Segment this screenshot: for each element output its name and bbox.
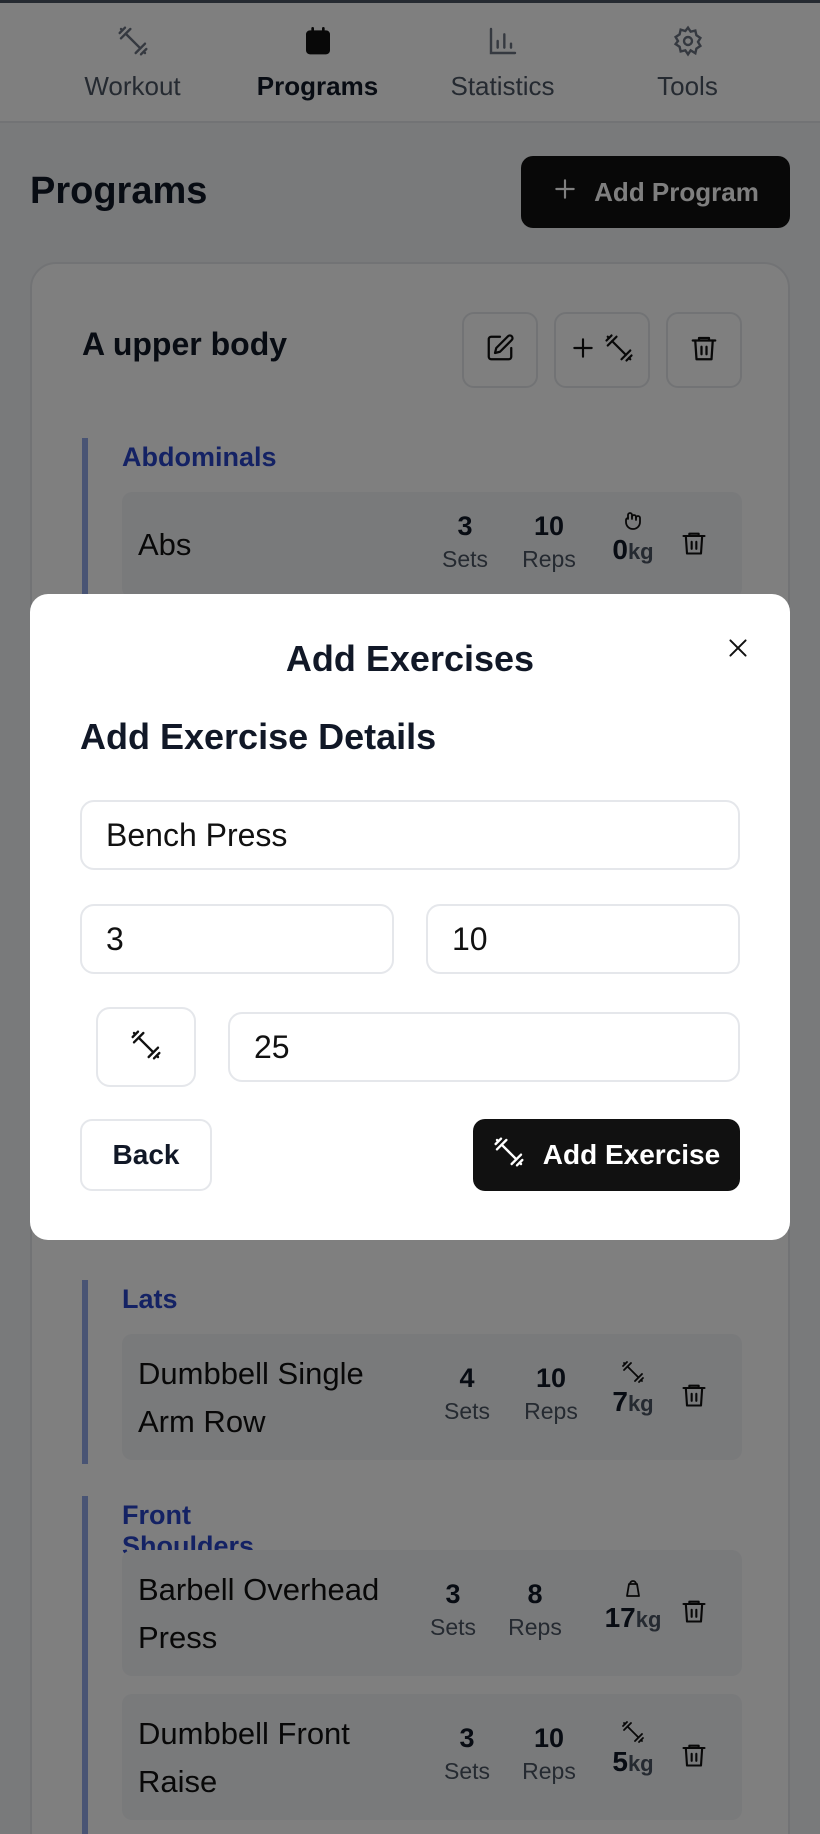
close-icon (725, 635, 751, 666)
sets-input[interactable]: 3 (80, 904, 394, 974)
add-exercise-button[interactable]: Add Exercise (473, 1119, 740, 1191)
modal-title: Add Exercises (285, 638, 535, 679)
equipment-select-button[interactable] (96, 1007, 196, 1087)
dumbbell-icon (493, 1136, 525, 1175)
modal-subtitle: Add Exercise Details (80, 716, 437, 757)
page: Workout Programs Statistics Tools Progra… (0, 0, 820, 1834)
weight-input[interactable]: 25 (228, 1012, 740, 1082)
dumbbell-icon (130, 1029, 162, 1066)
reps-input[interactable]: 10 (426, 904, 740, 974)
close-button[interactable] (720, 632, 756, 668)
add-exercises-modal: Add Exercises Add Exercise Details Bench… (30, 594, 790, 1240)
add-exercise-label: Add Exercise (542, 1139, 721, 1170)
back-button[interactable]: Back (80, 1119, 212, 1191)
exercise-name-input[interactable]: Bench Press (80, 800, 740, 870)
